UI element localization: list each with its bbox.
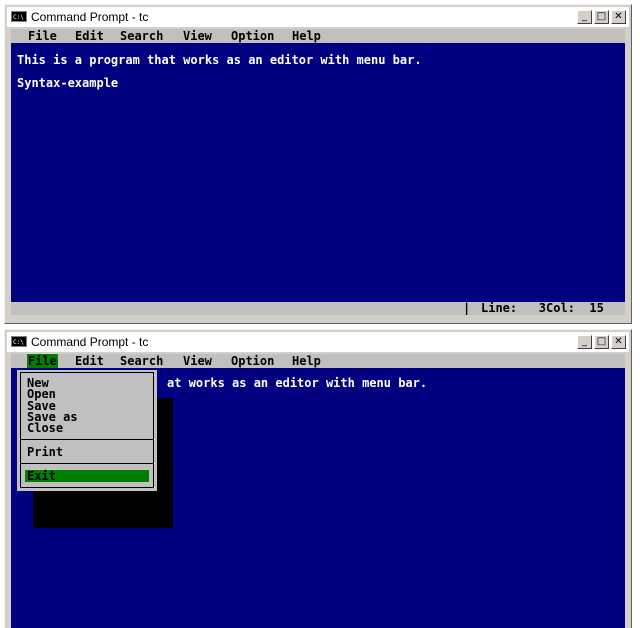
menu-bar: File Edit Search View Option Help xyxy=(11,29,625,43)
menu-view[interactable]: View xyxy=(182,29,213,43)
menu-view[interactable]: View xyxy=(182,354,213,368)
command-prompt-window-2: C:\ Command Prompt - tc _ □ ✕ File Edit … xyxy=(4,329,632,628)
file-menu-dropdown: New Open Save Save as Close Print Exit xyxy=(17,370,157,491)
status-separator: | xyxy=(463,301,471,315)
close-button[interactable]: ✕ xyxy=(611,10,626,24)
editor-text-line-1: This is a program that works as an edito… xyxy=(17,53,422,67)
menu-item-close[interactable]: Close xyxy=(27,422,63,434)
menu-option[interactable]: Option xyxy=(230,29,275,43)
menu-separator xyxy=(20,439,154,440)
console-area[interactable]: File Edit Search View Option Help This i… xyxy=(11,29,625,315)
menu-search[interactable]: Search xyxy=(119,29,164,43)
menu-file[interactable]: File xyxy=(27,354,58,368)
menu-edit[interactable]: Edit xyxy=(74,354,105,368)
title-bar[interactable]: C:\ Command Prompt - tc _ □ ✕ xyxy=(7,7,629,27)
command-prompt-window-1: C:\ Command Prompt - tc _ □ ✕ File Edit … xyxy=(4,4,632,324)
window-title: Command Prompt - tc xyxy=(31,335,149,349)
console-area[interactable]: File Edit Search View Option Help at wor… xyxy=(11,354,625,628)
menu-help[interactable]: Help xyxy=(291,354,322,368)
menu-file[interactable]: File xyxy=(27,29,58,43)
menu-item-exit[interactable]: Exit xyxy=(25,470,149,482)
menu-item-print[interactable]: Print xyxy=(27,446,63,458)
minimize-button[interactable]: _ xyxy=(577,335,592,349)
window-title: Command Prompt - tc xyxy=(31,10,149,24)
status-bar: | Line: 3Col: 15 xyxy=(11,302,625,315)
command-prompt-icon: C:\ xyxy=(11,336,27,347)
menu-option[interactable]: Option xyxy=(230,354,275,368)
title-bar[interactable]: C:\ Command Prompt - tc _ □ ✕ xyxy=(7,332,629,352)
editor-text-line-2: Syntax-example xyxy=(17,76,119,90)
editor-text-line-1: at works as an editor with menu bar. xyxy=(167,376,428,390)
menu-edit[interactable]: Edit xyxy=(74,29,105,43)
menu-bar: File Edit Search View Option Help xyxy=(11,354,625,368)
maximize-button[interactable]: □ xyxy=(594,335,609,349)
maximize-button[interactable]: □ xyxy=(594,10,609,24)
close-button[interactable]: ✕ xyxy=(611,335,626,349)
cursor-position: Line: 3Col: 15 xyxy=(481,301,604,315)
minimize-button[interactable]: _ xyxy=(577,10,592,24)
menu-help[interactable]: Help xyxy=(291,29,322,43)
menu-search[interactable]: Search xyxy=(119,354,164,368)
command-prompt-icon: C:\ xyxy=(11,11,27,22)
menu-separator xyxy=(20,463,154,464)
